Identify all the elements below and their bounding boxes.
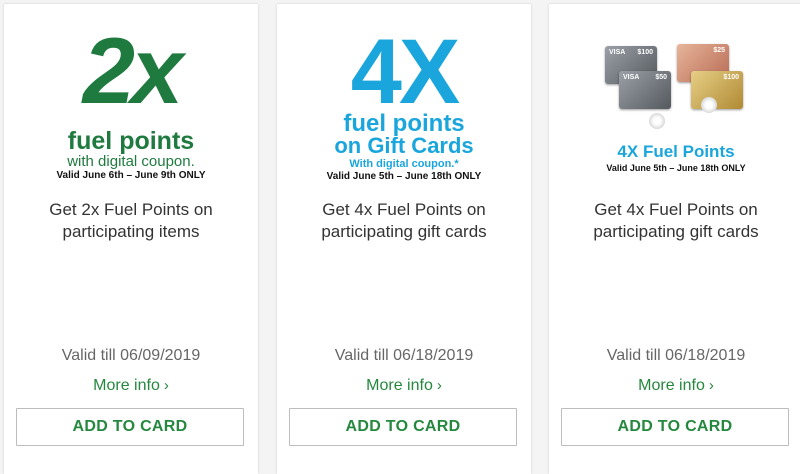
promo-note: With digital coupon.*: [349, 158, 459, 170]
chevron-right-icon: ›: [163, 377, 169, 394]
promo-multiplier: 4X: [350, 21, 461, 123]
promo-dates: Valid June 5th – June 18th ONLY: [326, 171, 482, 182]
more-info-label: More info: [366, 377, 433, 394]
coupon-card: VISA $100 VISA $50 $25 $100 4X Fuel Poin…: [549, 4, 800, 474]
promo-image[interactable]: 4X fuel points on Gift Cards With digita…: [277, 4, 531, 189]
coupon-valid-date: Valid till 06/18/2019: [334, 347, 474, 364]
coupon-card: 4X fuel points on Gift Cards With digita…: [277, 4, 531, 474]
coupon-row: 2x fuel points with digital coupon. Vali…: [0, 0, 800, 474]
promo-headline: 4X Fuel Points: [617, 142, 735, 161]
promo-subline: on Gift Cards: [334, 133, 474, 158]
coupon-valid-date: Valid till 06/09/2019: [61, 347, 201, 364]
chevron-right-icon: ›: [708, 377, 714, 394]
chevron-right-icon: ›: [436, 377, 442, 394]
promo-image[interactable]: VISA $100 VISA $50 $25 $100 4X Fuel Poin…: [549, 4, 800, 189]
coupon-card: 2x fuel points with digital coupon. Vali…: [4, 4, 258, 474]
more-info-link[interactable]: More info ›: [277, 377, 531, 395]
gift-bow-icon: [649, 113, 665, 129]
gift-bow-icon: [701, 97, 717, 113]
coupon-description: Get 2x Fuel Points on participating item…: [49, 200, 213, 241]
gift-card-image: $100: [691, 71, 743, 109]
more-info-label: More info: [93, 377, 160, 394]
gift-card-image: VISA $50: [619, 71, 671, 109]
promo-dates: Valid June 6th – June 9th ONLY: [56, 170, 206, 181]
more-info-link[interactable]: More info ›: [4, 377, 258, 395]
add-to-card-button[interactable]: ADD TO CARD: [561, 408, 789, 446]
promo-headline: fuel points: [67, 127, 195, 155]
more-info-link[interactable]: More info ›: [549, 377, 800, 395]
promo-multiplier: 2x: [82, 18, 184, 123]
coupon-valid-date: Valid till 06/18/2019: [606, 347, 746, 364]
more-info-label: More info: [638, 377, 705, 394]
add-to-card-button[interactable]: ADD TO CARD: [289, 408, 517, 446]
coupon-description: Get 4x Fuel Points on participating gift…: [593, 200, 759, 241]
promo-subline: with digital coupon.: [67, 153, 195, 170]
promo-image[interactable]: 2x fuel points with digital coupon. Vali…: [4, 4, 258, 189]
gift-cards-graphic: VISA $100 VISA $50 $25 $100: [601, 41, 751, 141]
promo-dates: Valid June 5th – June 18th ONLY: [606, 163, 746, 173]
coupon-description: Get 4x Fuel Points on participating gift…: [321, 200, 487, 241]
add-to-card-button[interactable]: ADD TO CARD: [16, 408, 244, 446]
